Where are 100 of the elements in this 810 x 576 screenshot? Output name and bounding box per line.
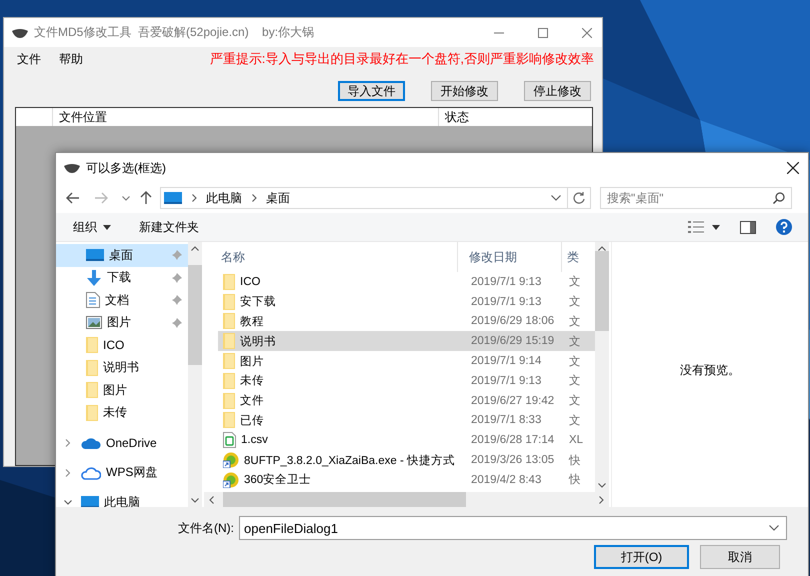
chevron-down-icon[interactable] [64,500,72,505]
scroll-right-icon[interactable] [599,496,604,504]
folder-icon [86,360,98,376]
bowl-icon [12,28,28,38]
folder-icon [223,412,235,428]
help-icon[interactable] [776,219,792,235]
scroll-left-icon[interactable] [209,496,214,504]
file-name: 已传 [240,414,264,428]
scrollbar[interactable] [188,242,202,507]
breadcrumb-item[interactable]: 桌面 [266,190,290,206]
action-button[interactable]: 导入文件 [338,81,405,101]
dropdown-icon[interactable] [712,224,720,230]
file-row[interactable]: 教程 2019/6/29 18:06 文 [218,312,595,332]
file-type: 文 [568,294,582,310]
maximize-icon[interactable] [538,28,548,38]
file-name: 文件 [240,394,264,408]
file-date: 2019/7/1 9:13 [470,296,542,308]
scroll-down-icon[interactable] [598,483,606,488]
menu-item[interactable]: 文件 [17,50,41,68]
column-header[interactable]: 文件位置 [53,108,439,126]
folder-icon [223,274,235,290]
image-icon [86,316,102,330]
file-row[interactable]: 已传 2019/7/1 8:33 文 [218,410,595,430]
file-row[interactable]: 8UFTP_3.8.2.0_XiaZaiBa.exe - 快捷方式 2019/3/26 13:05 快 [218,450,595,470]
preview-message: 没有预览。 [680,362,740,379]
address-bar[interactable]: 此电脑 桌面 [160,187,568,209]
chevron-down-icon[interactable] [769,525,779,531]
file-row[interactable]: ICO 2019/7/1 9:13 文 [218,272,595,292]
dialog-button[interactable]: 打开(O) [594,545,689,569]
chevron-down-icon[interactable] [551,195,561,201]
dialog-button[interactable]: 取消 [700,545,780,569]
folder-icon [223,313,235,330]
search-field[interactable]: 搜索"桌面" [600,187,792,209]
nav-item[interactable]: 文档 [56,289,188,312]
file-date: 2019/7/1 9:14 [470,355,542,368]
nav-item[interactable]: 说明书 [56,356,188,379]
preview-pane-icon[interactable] [740,220,756,234]
nav-item[interactable]: ICO [56,334,188,356]
file-row[interactable]: 图片 2019/7/1 9:14 文 [218,351,595,371]
nav-item[interactable]: 未传 [56,402,188,424]
file-name: 8UFTP_3.8.2.0_XiaZaiBa.exe - 快捷方式 [244,453,455,468]
folder-icon [86,337,98,354]
column-header[interactable]: 状态 [439,108,469,126]
action-button[interactable]: 停止修改 [524,81,591,101]
column-header[interactable]: 名称 [204,242,458,272]
file-date: 2019/7/1 9:13 [470,374,542,387]
file-name: 未传 [240,374,264,388]
file-name: 图片 [240,354,264,369]
column-header[interactable]: 修改日期 [458,242,562,272]
file-type: XL [568,434,584,446]
nav-item[interactable]: 桌面 [56,244,188,266]
scrollbar[interactable] [204,492,609,507]
chevron-right-icon [252,194,257,202]
view-options-icon[interactable] [688,221,704,233]
chevron-right-icon[interactable] [64,468,72,477]
monitor-icon [86,248,104,262]
nav-item[interactable]: 下载 [56,266,188,289]
search-icon [773,192,785,204]
column-header[interactable]: 类 [562,242,595,272]
file-date: 2019/6/28 17:14 [470,434,556,446]
file-date: 2019/7/1 8:33 [470,414,542,426]
file-name: 说明书 [240,334,276,349]
file-row[interactable]: 文件 2019/6/27 19:42 文 [218,390,595,411]
nav-item[interactable]: 此电脑 [56,491,188,507]
toolbar-button[interactable]: 新建文件夹 [139,218,199,236]
refresh-button[interactable] [568,187,591,209]
scroll-up-icon[interactable] [191,246,199,251]
file-type: 文 [568,414,582,428]
file-row[interactable]: 说明书 2019/6/29 15:19 文 [218,331,595,352]
file-row[interactable]: 1.csv 2019/6/28 17:14 XL [218,430,595,450]
file-type: 文 [568,334,582,349]
chevron-right-icon[interactable] [64,439,72,448]
file-row[interactable]: 安下载 2019/7/1 9:13 文 [218,292,595,312]
back-icon[interactable] [66,192,80,204]
chevron-down-icon[interactable] [122,196,130,200]
close-icon[interactable] [787,162,799,174]
nav-item[interactable]: OneDrive [56,432,188,454]
cloud-icon [81,437,101,450]
breadcrumb-item[interactable]: 此电脑 [206,190,242,206]
action-button[interactable]: 开始修改 [431,81,498,101]
file-date: 2019/6/29 15:19 [470,335,556,348]
app-shortcut-icon [223,452,239,468]
file-row[interactable]: 360安全卫士 2019/4/2 8:43 快 [218,470,595,490]
file-date: 2019/3/26 13:05 [470,454,556,466]
scrollbar[interactable] [595,242,609,492]
file-date: 2019/7/1 9:13 [470,276,542,288]
menu-item[interactable]: 帮助 [59,50,83,68]
folder-icon [223,392,235,409]
scroll-up-icon[interactable] [598,246,606,251]
nav-item[interactable]: 图片 [56,312,188,334]
toolbar-button[interactable]: 组织 [73,218,111,236]
file-row[interactable]: 未传 2019/7/1 9:13 文 [218,370,595,391]
nav-item[interactable]: 图片 [56,379,188,402]
field-label: 文件名(N): [178,520,234,536]
file-type: 文 [568,354,582,369]
folder-icon [86,404,98,421]
filename-field[interactable]: openFileDialog1 [239,516,787,540]
up-icon[interactable] [140,191,152,205]
nav-item[interactable]: WPS网盘 [56,462,188,484]
scroll-down-icon[interactable] [191,498,199,503]
